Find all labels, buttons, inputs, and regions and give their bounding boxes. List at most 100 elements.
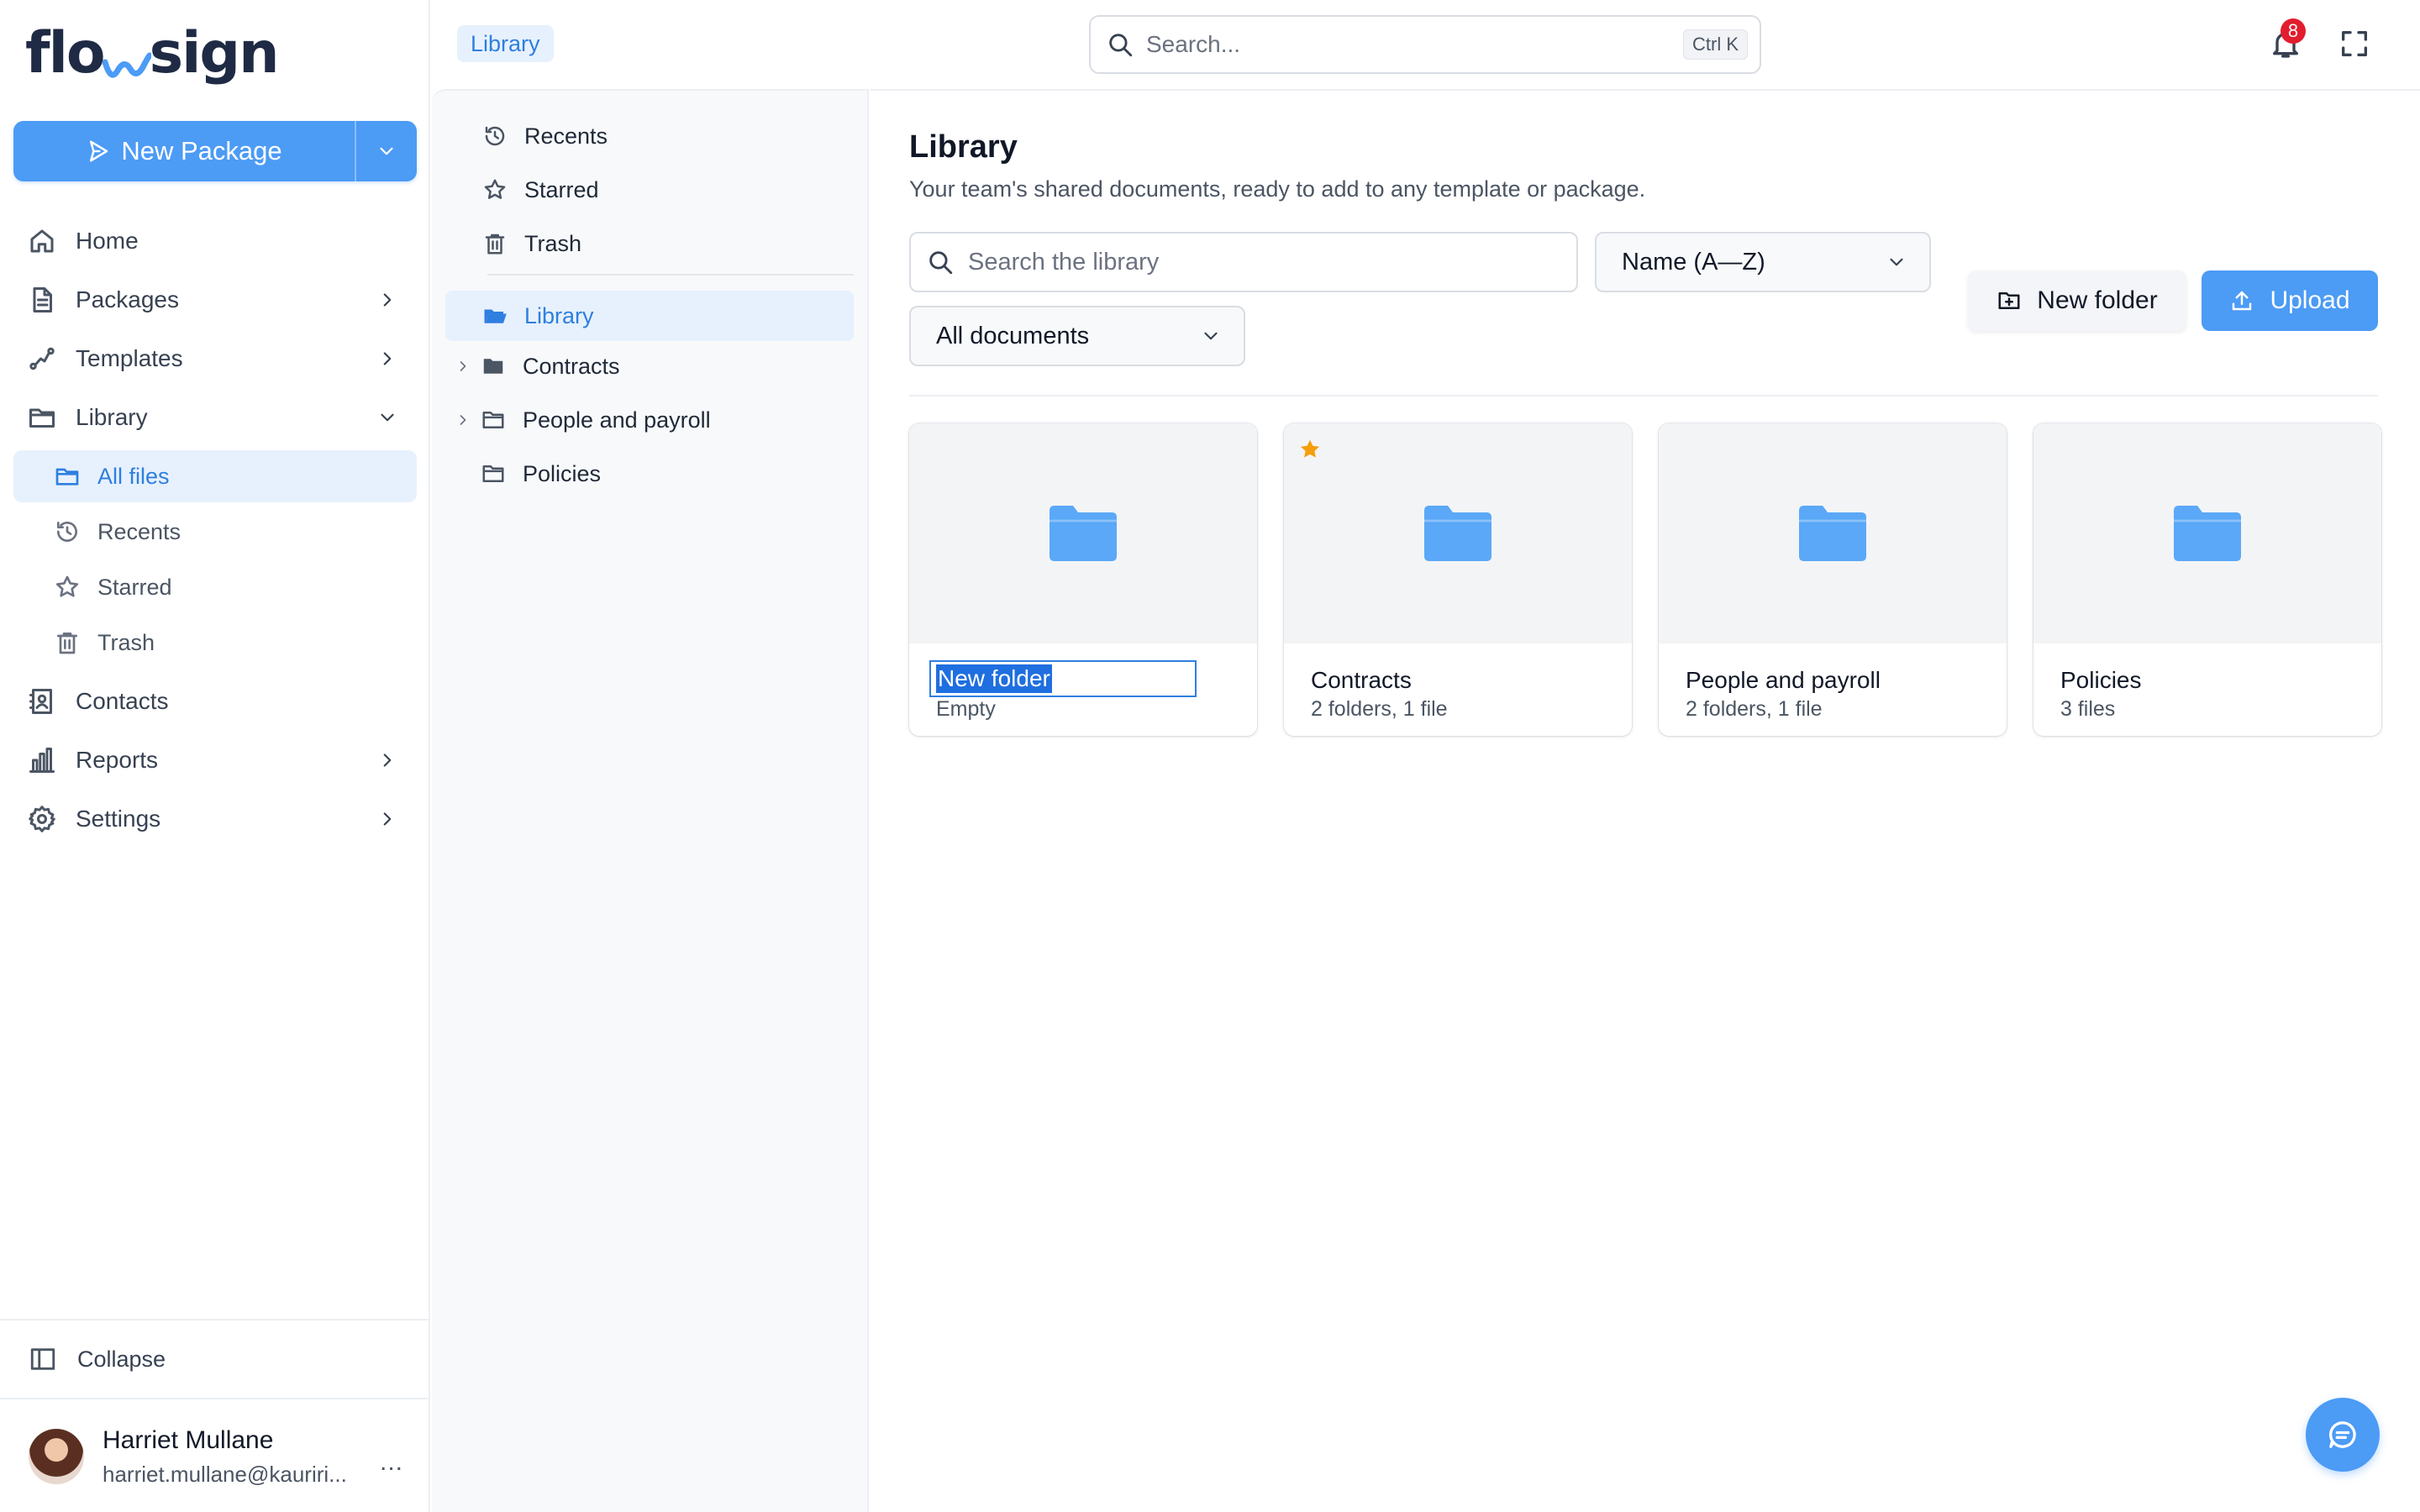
sidebar-item-starred[interactable]: Starred (13, 561, 417, 613)
folder-icon (1424, 506, 1491, 561)
sort-select-value: Name (A—Z) (1622, 248, 1765, 276)
sidebar-label-all-files: All files (97, 463, 170, 489)
chevron-right-icon[interactable] (455, 358, 471, 375)
tree-item-people-and-payroll[interactable]: People and payroll (445, 395, 854, 445)
chat-support-button[interactable] (2306, 1398, 2380, 1472)
new-package-button-group: New Package (13, 121, 417, 181)
more-options-icon[interactable]: ... (380, 1448, 403, 1477)
nav-item-library[interactable]: Library (13, 388, 417, 447)
user-profile[interactable]: Harriet Mullane harriet.mullane@kauriri.… (0, 1401, 429, 1512)
tree-item-trash[interactable]: Trash (445, 218, 854, 269)
chevron-down-icon (1204, 332, 1218, 340)
sidebar-item-trash[interactable]: Trash (13, 617, 417, 669)
upload-label: Upload (2270, 286, 2350, 314)
user-name: Harriet Mullane (103, 1425, 274, 1454)
breadcrumb[interactable]: Library (457, 25, 554, 62)
nav-label-contacts: Contacts (76, 688, 169, 714)
tree-label-recents: Recents (524, 123, 608, 149)
tree-item-recents[interactable]: Recents (445, 111, 854, 161)
trash-icon (485, 234, 505, 255)
user-email: harriet.mullane@kauriri... (103, 1461, 347, 1487)
star-filled-icon[interactable] (1297, 437, 1323, 462)
logo-text-start: flo (25, 20, 106, 87)
fullscreen-icon[interactable] (2338, 27, 2371, 60)
collapse-label: Collapse (77, 1346, 166, 1372)
sidebar-collapse-icon (30, 1348, 55, 1370)
chevron-right-icon[interactable] (455, 412, 471, 428)
folder-thumbnail (909, 423, 1257, 643)
folder-card-name: Contracts (1311, 667, 1412, 693)
flowsign-logo[interactable]: flo sign (25, 18, 279, 87)
tree-label-library: Library (524, 302, 594, 328)
tree-item-policies[interactable]: Policies (445, 449, 854, 499)
folder-card-people-and-payroll[interactable]: People and payroll 2 folders, 1 file (1659, 423, 2007, 736)
upload-icon (2233, 291, 2252, 311)
chat-icon (2329, 1421, 2356, 1448)
tree-item-library[interactable]: Library (445, 291, 854, 341)
sidebar-item-recents[interactable]: Recents (13, 506, 417, 558)
tree-label-people-and-payroll: People and payroll (523, 407, 711, 433)
folder-card-policies[interactable]: Policies 3 files (2033, 423, 2381, 736)
notification-badge: 8 (2281, 18, 2306, 44)
nav-label-settings: Settings (76, 806, 161, 832)
tree-item-contracts[interactable]: Contracts (445, 341, 854, 391)
folder-thumbnail (1284, 423, 1632, 643)
library-main: Library Your team's shared documents, re… (871, 89, 2420, 1512)
star-icon (55, 575, 79, 597)
nav-item-packages[interactable]: Packages (13, 270, 417, 329)
sort-select[interactable]: Name (A—Z) (1595, 232, 1931, 292)
page-title: Library (909, 129, 1018, 165)
sidebar-label-starred: Starred (97, 574, 172, 600)
folder-card-meta: 2 folders, 1 file (1686, 697, 1823, 721)
new-package-button[interactable]: New Package (13, 121, 356, 181)
nav-label-home: Home (76, 228, 139, 254)
trash-icon (57, 633, 77, 654)
folder-icon (2174, 506, 2241, 561)
main-nav: Home Packages Templates Library All file… (13, 212, 417, 848)
star-icon (484, 179, 506, 199)
upload-button[interactable]: Upload (2202, 270, 2378, 331)
nav-item-templates[interactable]: Templates (13, 329, 417, 388)
send-icon (90, 140, 108, 162)
new-folder-button[interactable]: New folder (1968, 270, 2186, 331)
nav-label-library: Library (76, 404, 148, 430)
sidebar: flo sign New Package Home Packages Templ… (0, 0, 430, 1512)
folder-card-meta: 2 folders, 1 file (1311, 697, 1448, 721)
nav-item-reports[interactable]: Reports (13, 731, 417, 790)
nav-label-templates: Templates (76, 345, 183, 371)
new-package-dropdown-button[interactable] (356, 121, 417, 181)
folder-filled-icon (483, 359, 503, 374)
library-search[interactable] (909, 232, 1578, 292)
folder-plus-icon (1998, 292, 2020, 309)
folder-card-meta: 3 files (2060, 697, 2116, 721)
nav-label-reports: Reports (76, 747, 159, 773)
home-icon (30, 229, 54, 253)
folder-card-name: Policies (2060, 667, 2142, 693)
folder-icon (482, 412, 504, 428)
folder-card-new-folder[interactable]: New folder Empty (909, 423, 1257, 736)
library-search-input[interactable] (968, 248, 1576, 276)
route-icon (29, 347, 55, 370)
filter-select-value: All documents (936, 322, 1090, 349)
folder-icon (55, 468, 79, 486)
folder-rename-value: New folder (936, 664, 1052, 693)
folder-rename-input[interactable]: New folder (929, 660, 1197, 697)
global-search-input[interactable] (1146, 31, 1683, 58)
nav-item-home[interactable]: Home (13, 212, 417, 270)
sidebar-label-recents: Recents (97, 518, 182, 544)
collapse-sidebar-button[interactable]: Collapse (0, 1319, 429, 1399)
chevron-right-icon (383, 753, 392, 767)
global-search[interactable]: Ctrl K (1089, 15, 1761, 74)
nav-item-contacts[interactable]: Contacts (13, 672, 417, 731)
sidebar-item-all-files[interactable]: All files (13, 450, 417, 502)
tree-label-trash: Trash (524, 230, 582, 256)
chevron-down-icon (380, 147, 393, 155)
document-filter-select[interactable]: All documents (909, 306, 1245, 366)
nav-label-packages: Packages (76, 286, 179, 312)
search-shortcut-hint: Ctrl K (1683, 29, 1748, 60)
avatar[interactable] (29, 1429, 84, 1484)
nav-item-settings[interactable]: Settings (13, 790, 417, 848)
tree-item-starred[interactable]: Starred (445, 165, 854, 215)
folder-card-contracts[interactable]: Contracts 2 folders, 1 file (1284, 423, 1632, 736)
page-subtitle: Your team's shared documents, ready to a… (909, 176, 1646, 202)
